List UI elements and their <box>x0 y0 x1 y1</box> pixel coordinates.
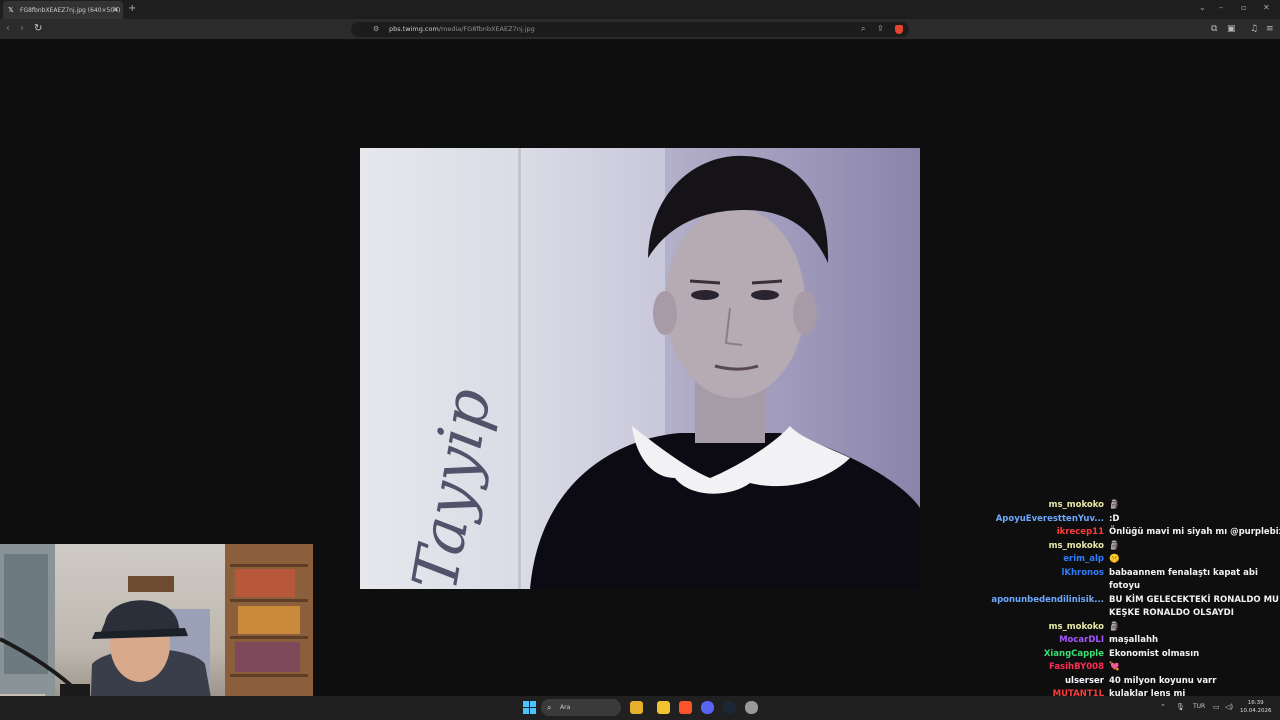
search-icon: ⌕ <box>547 703 552 712</box>
forward-icon[interactable]: › <box>20 23 24 35</box>
chat-username[interactable]: ApoyuEveresttenYuv... <box>996 513 1104 526</box>
site-info-icon[interactable]: ⚙ <box>373 24 379 34</box>
network-icon[interactable]: ▭ <box>1213 702 1220 712</box>
close-tab-icon[interactable]: ✕ <box>112 5 119 14</box>
address-bar[interactable]: ⚙ pbs.twimg.com/media/FG8fbnbXEAEZ7nj.jp… <box>351 22 909 37</box>
obs-icon[interactable] <box>745 701 758 714</box>
chat-username[interactable]: XiangCapple <box>1044 648 1104 661</box>
clock[interactable]: 16:39 10.04.2026 <box>1240 699 1272 715</box>
close-window-icon[interactable]: ✕ <box>1263 3 1270 13</box>
chat-message: ms_mokoko 🗿 <box>990 499 1280 512</box>
search-placeholder: Ara <box>560 704 571 711</box>
tab-list-chevron-icon[interactable]: ⌄ <box>1199 3 1206 13</box>
streamer-webcam <box>0 544 313 720</box>
chat-username[interactable]: ms_mokoko <box>1049 621 1104 634</box>
chat-text: maşallahh <box>1109 635 1159 645</box>
chat-username[interactable]: ms_mokoko <box>1049 540 1104 553</box>
chat-text: :D <box>1109 513 1120 524</box>
discord-icon[interactable] <box>701 701 714 714</box>
chat-text: 40 milyon koyunu varr <box>1109 675 1217 686</box>
chat-text: 🗿 <box>1109 540 1120 551</box>
signature: Tayyip <box>398 383 505 589</box>
back-icon[interactable]: ‹ <box>6 23 10 35</box>
tab-title: FG8fbnbXEAEZ7nj.jpg (640×504) <box>20 6 121 14</box>
widgets-icon[interactable] <box>630 701 643 714</box>
chat-username[interactable]: FasihBY008 <box>1049 661 1104 674</box>
chat-text: Önlüğü mavi mi siyah mı @purplebixi <box>1109 527 1280 537</box>
volume-icon[interactable]: ◁) <box>1225 702 1233 712</box>
chat-overlay: ms_mokoko 🗿 ApoyuEveresttenYuv... :D ikrecep… <box>990 499 1280 720</box>
chat-username[interactable]: ikrecep11 <box>1057 526 1104 539</box>
url-path: /media/FG8fbnbXEAEZ7nj.jpg <box>438 25 535 33</box>
chat-message: KEŞKE RONALDO OLSAYDI <box>990 607 1280 620</box>
share-icon[interactable]: ⇪ <box>877 24 884 34</box>
chat-message: aponunbedendilinisik... BU KİM GELECEKTEK… <box>990 594 1280 607</box>
chat-text: babaannem fenalaştı kapat abi <box>1109 567 1258 578</box>
chat-message: ms_mokoko 🗿 <box>990 621 1280 634</box>
chat-message: FasihBY008 💘 <box>990 661 1280 674</box>
chat-message: fotoyu <box>990 580 1280 593</box>
url-text: pbs.twimg.com/media/FG8fbnbXEAEZ7nj.jpg <box>389 25 535 34</box>
chat-text: Ekonomist olmasın <box>1109 648 1200 659</box>
chat-message: XiangCapple Ekonomist olmasın <box>990 648 1280 661</box>
menu-icon[interactable]: ≡ <box>1266 24 1274 34</box>
clock-date: 10.04.2026 <box>1240 708 1272 714</box>
url-host: pbs.twimg.com <box>389 25 439 33</box>
extensions-icon[interactable]: ⧉ <box>1211 24 1217 34</box>
steam-icon[interactable] <box>723 701 736 714</box>
minimize-icon[interactable]: – <box>1219 3 1223 13</box>
boy-portrait-photo: Tayyip <box>360 148 920 589</box>
tab-image[interactable]: 𝕏 FG8fbnbXEAEZ7nj.jpg (640×504) ✕ <box>3 1 123 19</box>
chat-username[interactable]: lKhronos <box>1061 567 1104 580</box>
browser-toolbar: ‹ › ↻ ▯ ⚙ pbs.twimg.com/media/FG8fbnbXEA… <box>0 19 1280 40</box>
clock-time: 16:39 <box>1247 700 1264 706</box>
media-icon[interactable]: ♫ <box>1250 24 1258 34</box>
chat-message: ulserser 40 milyon koyunu varr <box>990 675 1280 688</box>
chat-username[interactable]: aponunbedendilinisik... <box>991 594 1104 607</box>
chat-message: MocarDLI maşallahh <box>990 634 1280 647</box>
chat-username[interactable]: MocarDLI <box>1059 634 1104 647</box>
brave-shield-icon[interactable] <box>895 25 903 34</box>
chat-message: lKhronos babaannem fenalaştı kapat abi <box>990 567 1280 580</box>
taskbar-search[interactable]: ⌕ Ara <box>541 699 621 716</box>
chat-username[interactable]: ms_mokoko <box>1049 499 1104 512</box>
chat-message: ms_mokoko 🗿 <box>990 540 1280 553</box>
webcam-drawing <box>0 544 313 720</box>
file-explorer-icon[interactable] <box>657 701 670 714</box>
maximize-icon[interactable]: ▫ <box>1241 3 1246 13</box>
zoom-icon[interactable]: ⌕ <box>861 24 865 34</box>
sidebar-icon[interactable]: ▣ <box>1227 24 1236 34</box>
brave-browser-icon[interactable] <box>679 701 692 714</box>
chat-text: KEŞKE RONALDO OLSAYDI <box>1109 608 1234 618</box>
chat-message: erim_alp 🤫 <box>990 553 1280 566</box>
reload-icon[interactable]: ↻ <box>34 23 42 35</box>
tray-chevron-icon[interactable]: ⌃ <box>1160 702 1166 712</box>
chat-text: 🗿 <box>1109 500 1120 510</box>
portrait-drawing: Tayyip <box>398 148 920 589</box>
chat-text: 🗿 <box>1109 621 1120 632</box>
chat-message: ApoyuEveresttenYuv... :D <box>990 513 1280 526</box>
chat-text: 💘 <box>1109 662 1120 672</box>
x-logo-icon: 𝕏 <box>8 6 14 14</box>
chat-username[interactable]: erim_alp <box>1063 553 1104 566</box>
chat-username[interactable]: ulserser <box>1065 675 1104 688</box>
chat-text: fotoyu <box>1109 581 1141 591</box>
chat-message: ikrecep11 Önlüğü mavi mi siyah mı @purple… <box>990 526 1280 539</box>
language-indicator[interactable]: TUR <box>1193 702 1205 712</box>
new-tab-icon[interactable]: + <box>128 3 136 15</box>
microphone-icon[interactable]: 🎙 <box>1176 702 1185 712</box>
tab-bar: 𝕏 FG8fbnbXEAEZ7nj.jpg (640×504) ✕ + ⌄ – … <box>0 0 1280 19</box>
start-windows-icon[interactable] <box>523 701 536 714</box>
chat-text: BU KİM GELECEKTEKİ RONALDO MU <box>1109 594 1279 605</box>
chat-text: 🤫 <box>1109 554 1120 564</box>
taskbar: ⌕ Ara ⌃ 🎙 TUR ▭ ◁) 16:39 10.04.2026 <box>0 696 1280 720</box>
